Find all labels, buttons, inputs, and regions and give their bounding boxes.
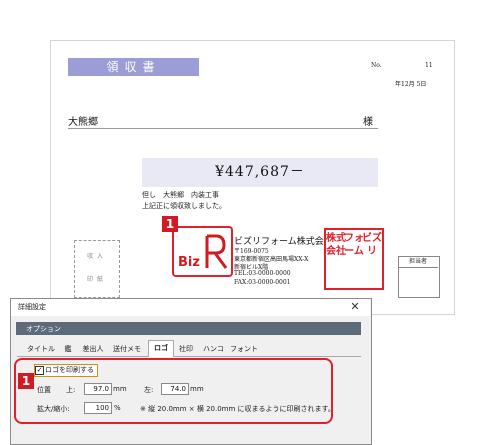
options-header (16, 322, 361, 335)
scale-note: ※ 縦 20.0mm × 横 20.0mm に収まるように印刷されます。 (140, 405, 335, 413)
top-position-input[interactable]: 97.0 (84, 383, 112, 395)
scale-unit: % (114, 404, 121, 412)
print-logo-checkbox[interactable]: ✓ (35, 366, 44, 375)
tab-hanko[interactable]: ハンコ (200, 343, 227, 355)
customer-name: 大熊郷 (68, 117, 98, 128)
tab-memo[interactable]: 送付メモ (110, 343, 144, 355)
dialog-titlebar (11, 299, 370, 316)
logo-text: Biz (178, 255, 200, 270)
tab-kagami[interactable]: 鑑 (60, 343, 76, 355)
tab-sender[interactable]: 差出人 (80, 343, 106, 355)
left-unit: mm (190, 385, 204, 393)
top-unit: mm (113, 385, 127, 393)
logo-graphic: Biz (178, 234, 228, 270)
revenue-stamp-label-2: 印紙 (86, 276, 107, 283)
options-label: オプション (26, 325, 61, 333)
receipt-title: 領収書 (68, 58, 199, 76)
dialog-title: 詳細設定 (18, 303, 46, 311)
tab-font[interactable]: フォント (229, 343, 259, 355)
top-label: 上: (66, 386, 76, 394)
tab-company-seal[interactable]: 社印 (175, 343, 197, 355)
position-label: 位置 (37, 386, 51, 394)
company-fax: FAX:03-0000-0001 (234, 279, 291, 286)
print-logo-label: ロゴを印刷する (45, 366, 94, 374)
revenue-stamp-box: 収入 印紙 (74, 240, 120, 298)
left-label: 左: (144, 386, 154, 394)
tab-title[interactable]: タイトル (24, 343, 58, 355)
honorific: 様 (363, 117, 373, 128)
company-tel: TEL:03-0000-0000 (234, 270, 291, 277)
customer-underline (68, 128, 378, 129)
receipt-note: 但し 大熊郷 内装工事 (142, 191, 219, 199)
receipt-number-label: No. (371, 62, 382, 69)
tab-logo[interactable]: ロゴ (148, 340, 174, 357)
callout-badge-settings: 1 (18, 373, 34, 389)
scale-input[interactable]: 100 (84, 402, 112, 414)
scale-label: 拡大/縮小: (37, 405, 70, 413)
left-position-input[interactable]: 74.0 (161, 383, 189, 395)
receipt-confirmation: 上記正に領収致しました。 (142, 202, 226, 210)
callout-badge-logo: 1 (162, 216, 178, 232)
manager-label: 担当者 (398, 256, 438, 268)
amount-value: ¥447,687－ (215, 164, 305, 180)
company-seal: ビズリ フォーム 株式会社 (324, 228, 384, 290)
revenue-stamp-label: 収入 (86, 253, 107, 260)
receipt-number-value: 11 (425, 62, 433, 69)
seal-text-3: 株式会社 (326, 233, 346, 257)
receipt-date: 年12月 5日 (395, 81, 427, 88)
close-button[interactable]: ✕ (345, 298, 365, 316)
company-logo: Biz (172, 226, 233, 277)
